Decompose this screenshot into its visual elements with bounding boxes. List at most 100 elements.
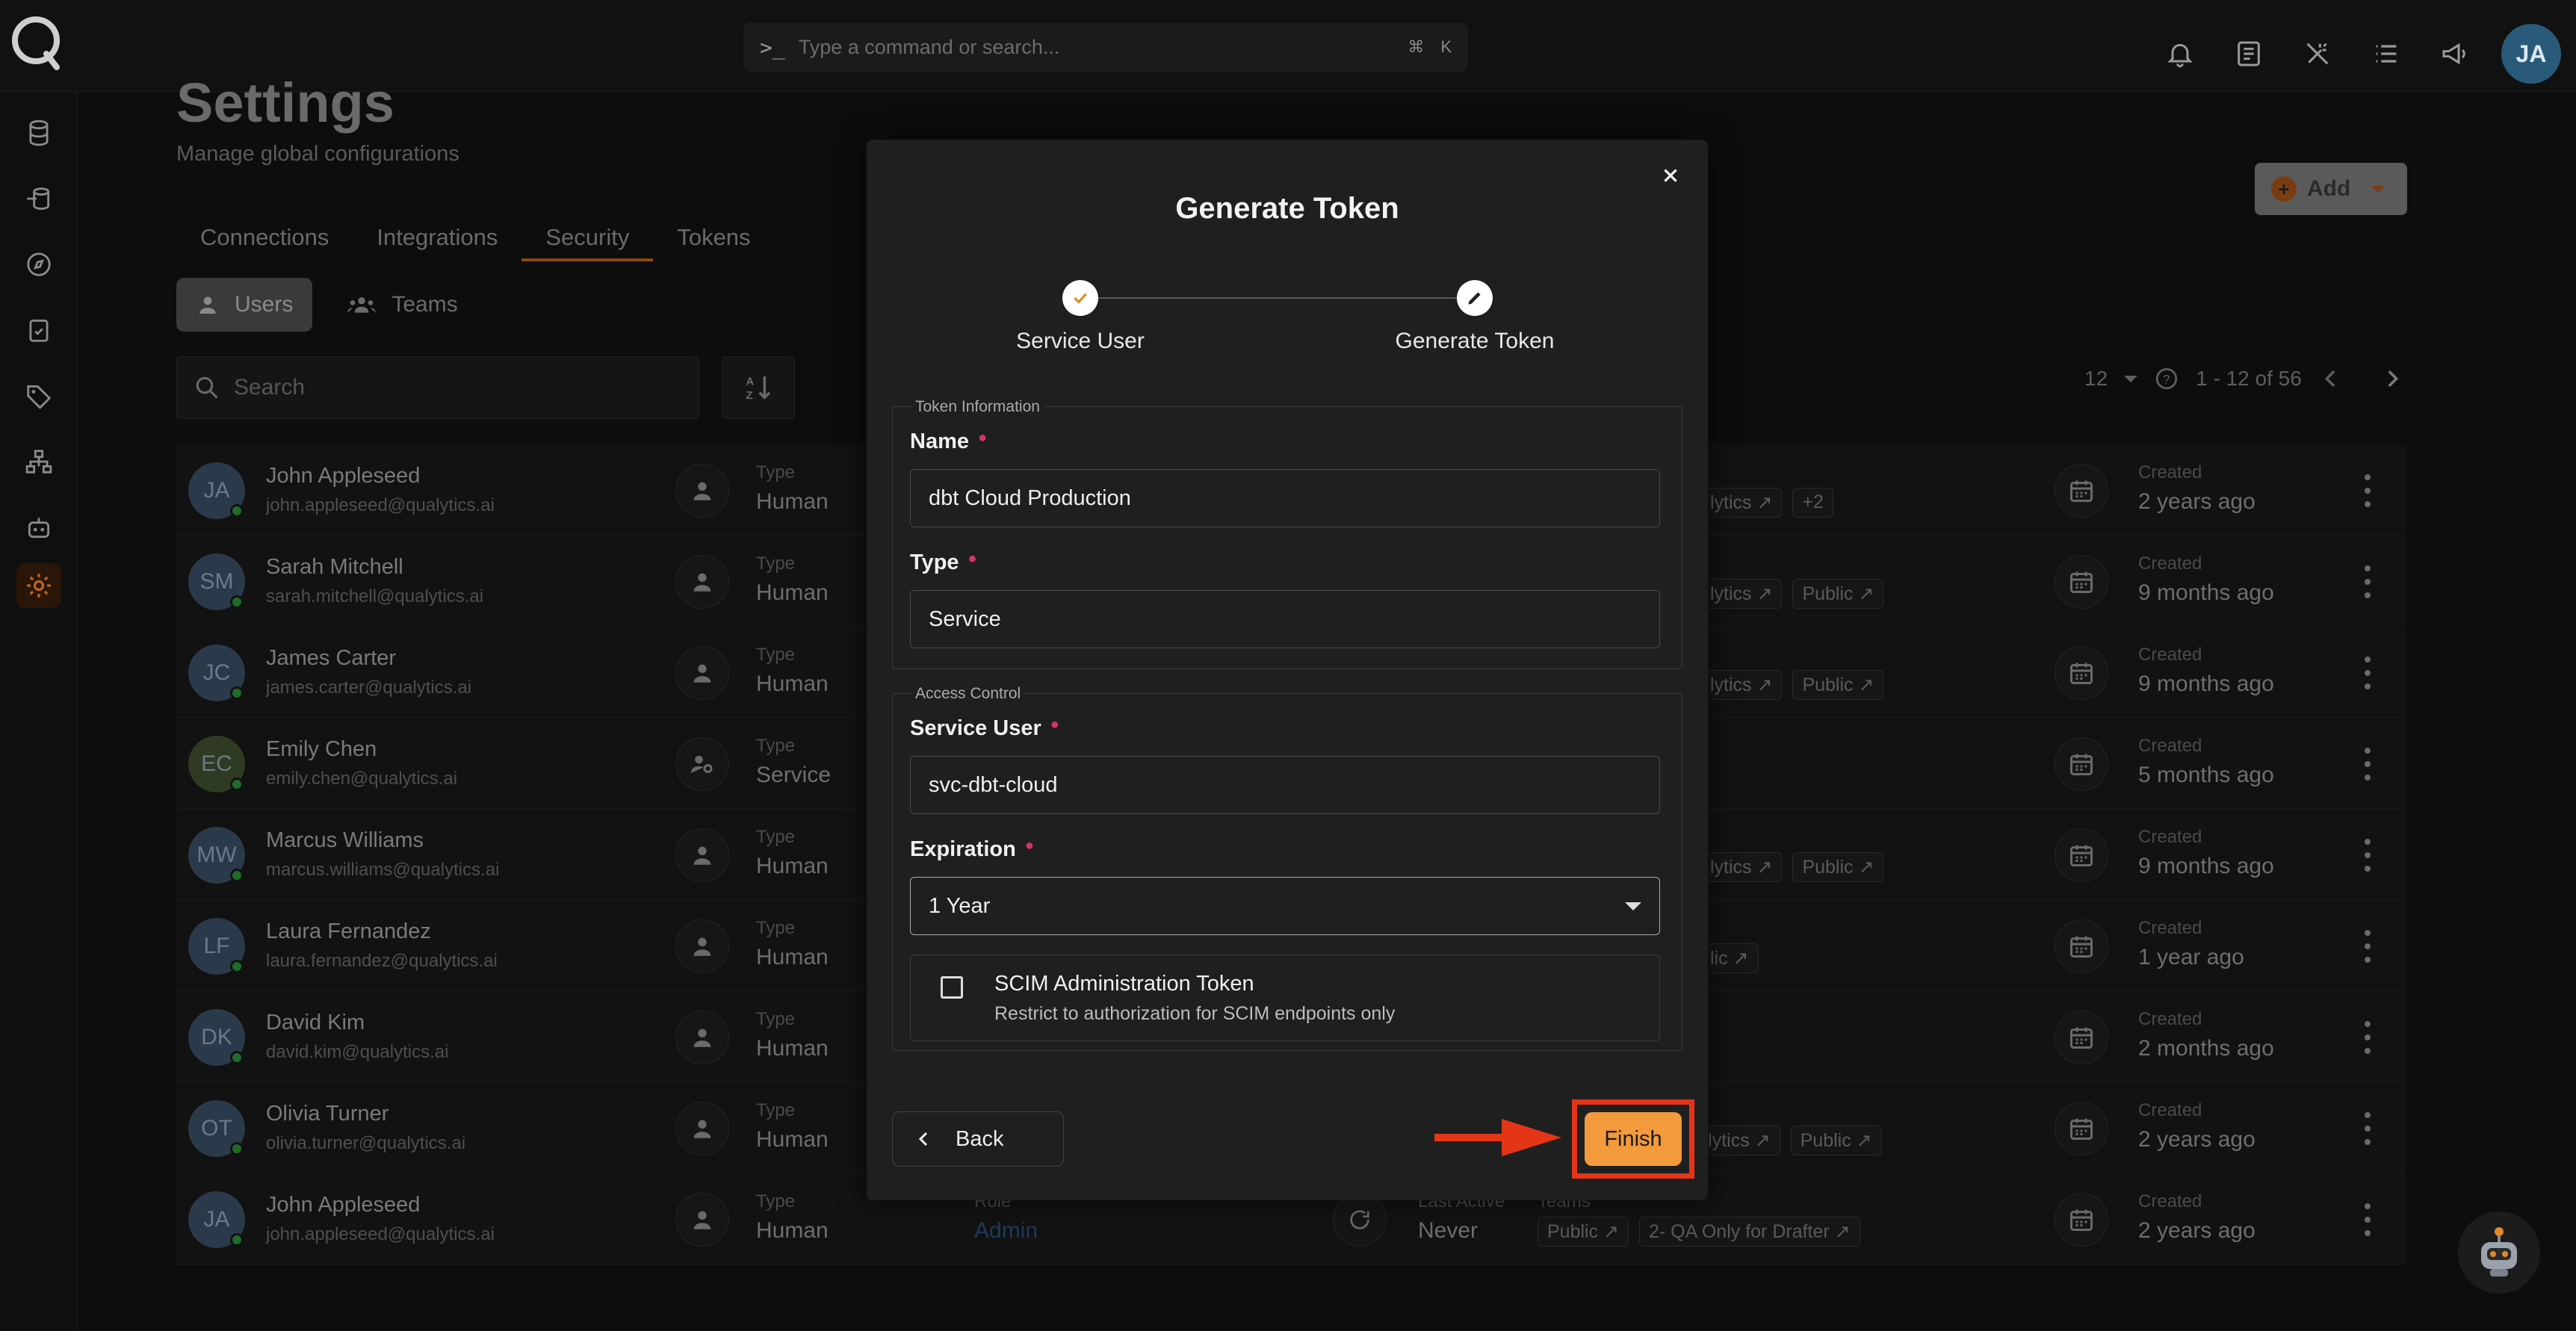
user-type-icon <box>675 919 729 973</box>
settings-gear-icon[interactable] <box>16 563 61 608</box>
calendar-icon <box>2055 828 2108 882</box>
tab-integrations[interactable]: Integrations <box>353 213 521 261</box>
created-label: Created <box>2138 462 2202 483</box>
magic-wand-off-icon[interactable] <box>2295 31 2340 76</box>
row-menu-icon[interactable] <box>2356 1112 2379 1145</box>
command-search-bar[interactable]: >_ Type a command or search... ⌘ K <box>743 22 1468 72</box>
user-email: emily.chen@qualytics.ai <box>266 769 458 789</box>
type-value: Human <box>756 854 829 878</box>
section-legend-token: Token Information <box>911 398 1044 416</box>
type-input-value: Service <box>929 606 1001 631</box>
dropdown-caret-icon <box>1625 902 1641 910</box>
user-type-icon <box>675 1011 729 1064</box>
per-page-select[interactable]: 12 <box>2084 367 2108 391</box>
tab-tokens[interactable]: Tokens <box>653 213 774 261</box>
team-tag[interactable]: Public ↗ <box>1792 670 1884 700</box>
row-menu-icon[interactable] <box>2356 474 2379 507</box>
user-name: David Kim <box>266 1011 365 1034</box>
settings-tabs: Connections Integrations Security Tokens <box>176 213 775 261</box>
chevron-right-icon[interactable] <box>2380 366 2405 391</box>
user-email: laura.fernandez@qualytics.ai <box>266 951 498 971</box>
chevron-left-icon[interactable] <box>2318 366 2344 391</box>
add-button[interactable]: + Add <box>2255 163 2407 215</box>
service-user-label-text: Service User <box>910 716 1041 740</box>
avatar: EC <box>188 736 245 792</box>
tab-connections[interactable]: Connections <box>176 213 353 261</box>
finish-button[interactable]: Finish <box>1585 1112 1682 1166</box>
user-name: Emily Chen <box>266 737 377 761</box>
team-tag[interactable]: lytics ↗ <box>1700 670 1783 700</box>
robot-icon[interactable] <box>16 505 61 550</box>
team-tag[interactable]: Public ↗ <box>1790 1126 1882 1155</box>
expiration-label-text: Expiration <box>910 837 1016 861</box>
subtab-teams-label: Teams <box>391 292 458 317</box>
help-circle-icon[interactable]: ? <box>2154 366 2179 391</box>
service-user-input[interactable]: svc-dbt-cloud <box>910 756 1660 814</box>
team-tag[interactable]: Public ↗ <box>1538 1217 1629 1247</box>
subtab-users-label: Users <box>235 292 294 317</box>
row-menu-icon[interactable] <box>2356 748 2379 781</box>
bell-icon[interactable] <box>2158 31 2202 76</box>
type-input[interactable]: Service <box>910 590 1660 648</box>
step-label-service-user: Service User <box>1016 329 1145 353</box>
hierarchy-icon[interactable] <box>16 439 61 484</box>
megaphone-icon[interactable] <box>2433 31 2477 76</box>
robot-assistant-icon <box>2481 1227 2517 1276</box>
team-tags: lytics ↗ Public ↗ <box>1700 670 1884 700</box>
user-search-input[interactable]: Search <box>176 356 699 419</box>
stepper-connector <box>1091 297 1458 299</box>
row-menu-icon[interactable] <box>2356 930 2379 963</box>
team-tag[interactable]: Public ↗ <box>1792 579 1884 609</box>
team-tag[interactable]: Public ↗ <box>1792 852 1884 882</box>
type-value: Human <box>756 489 829 514</box>
created-value: 9 months ago <box>2138 854 2274 878</box>
team-tag[interactable]: lic ↗ <box>1700 943 1759 973</box>
avatar-initials: JC <box>202 660 231 685</box>
team-tag[interactable]: 2- QA Only for Drafter ↗ <box>1638 1217 1860 1247</box>
back-button[interactable]: Back <box>892 1111 1064 1167</box>
row-menu-icon[interactable] <box>2356 657 2379 689</box>
notes-icon[interactable] <box>2226 31 2271 76</box>
name-label-text: Name <box>910 429 969 453</box>
assistant-bot-button[interactable] <box>2458 1211 2540 1294</box>
required-marker: ● <box>1050 716 1059 733</box>
database-icon[interactable] <box>16 111 61 155</box>
page-title: Settings <box>176 72 394 134</box>
tab-security[interactable]: Security <box>521 213 654 261</box>
row-menu-icon[interactable] <box>2356 1021 2379 1054</box>
compass-icon[interactable] <box>16 242 61 287</box>
team-tags: lytics ↗ Public ↗ <box>1700 852 1884 882</box>
team-tag[interactable]: +2 <box>1792 488 1833 518</box>
service-user-field-label: Service User ● <box>910 716 1059 741</box>
clipboard-check-icon[interactable] <box>16 308 61 353</box>
user-avatar[interactable]: JA <box>2501 24 2561 84</box>
subtab-users[interactable]: Users <box>176 278 313 332</box>
team-tag[interactable]: lytics ↗ <box>1700 852 1783 882</box>
expiration-select[interactable]: 1 Year <box>910 877 1660 935</box>
team-tag[interactable]: lytics ↗ <box>1700 579 1783 609</box>
app-logo[interactable] <box>9 12 64 72</box>
list-icon[interactable] <box>2364 31 2409 76</box>
created-label: Created <box>2138 1009 2202 1029</box>
tag-icon[interactable] <box>16 373 61 418</box>
user-email: john.appleseed@qualytics.ai <box>266 495 495 515</box>
plus-icon: + <box>2271 176 2297 202</box>
back-button-label: Back <box>956 1126 1004 1151</box>
scim-token-option[interactable]: SCIM Administration Token Restrict to au… <box>910 955 1660 1041</box>
row-menu-icon[interactable] <box>2356 1203 2379 1236</box>
online-status-dot <box>230 869 244 882</box>
caret-down-icon[interactable] <box>2124 375 2138 382</box>
team-tags: lic ↗ <box>1700 943 1759 973</box>
row-menu-icon[interactable] <box>2356 565 2379 598</box>
name-input[interactable]: dbt Cloud Production <box>910 469 1660 527</box>
sort-button[interactable]: AZ <box>722 356 795 419</box>
team-tag[interactable]: lytics ↗ <box>1700 488 1783 518</box>
datastore-flow-icon[interactable] <box>16 176 61 221</box>
scim-checkbox[interactable] <box>941 976 963 999</box>
subtab-teams[interactable]: Teams <box>327 278 477 332</box>
close-icon[interactable] <box>1653 158 1688 193</box>
avatar-initials: SM <box>199 569 234 594</box>
section-legend-access: Access Control <box>911 685 1026 703</box>
row-menu-icon[interactable] <box>2356 839 2379 872</box>
avatar: DK <box>188 1009 245 1066</box>
